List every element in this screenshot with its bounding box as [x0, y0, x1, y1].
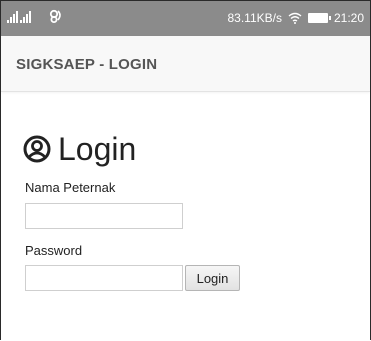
login-heading: Login [23, 133, 136, 165]
phone-screen: 83.11KB/s 21:20 SIGKSAEP - LOGIN Login N… [0, 0, 371, 340]
clock: 21:20 [333, 11, 364, 25]
page-title: Login [58, 131, 137, 167]
battery-icon [307, 13, 331, 23]
nama-peternak-input[interactable] [25, 203, 183, 229]
app-title: SIGKSAEP - LOGIN [16, 56, 158, 73]
signal-indicators [7, 11, 31, 23]
status-right: 83.11KB/s 21:20 [227, 11, 364, 25]
app-bar: SIGKSAEP - LOGIN [1, 36, 370, 92]
wifi-icon [288, 12, 302, 24]
login-button[interactable]: Login [185, 265, 240, 291]
password-input[interactable] [25, 265, 183, 291]
password-label: Password [25, 243, 83, 258]
network-speed: 83.11KB/s [227, 11, 282, 25]
user-circle-icon [23, 135, 51, 163]
nama-peternak-label: Nama Peternak [25, 180, 116, 195]
signal-strength-icon [7, 11, 18, 23]
hotspot-icon [49, 9, 65, 26]
status-bar: 83.11KB/s 21:20 [1, 1, 370, 36]
signal-strength-icon-2 [20, 11, 31, 23]
